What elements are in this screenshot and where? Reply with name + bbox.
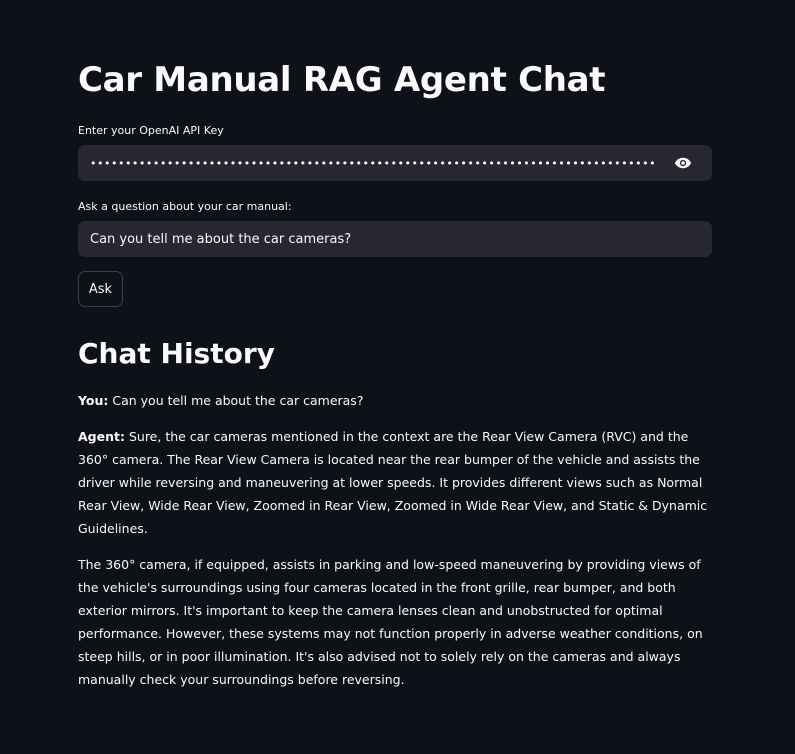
- message-text: Can you tell me about the car cameras?: [108, 393, 364, 408]
- question-label: Ask a question about your car manual:: [78, 200, 292, 213]
- chat-message-agent-continued: The 360° camera, if equipped, assists in…: [78, 557, 703, 687]
- chat-history: You: Can you tell me about the car camer…: [78, 389, 712, 704]
- api-key-field: [78, 145, 712, 181]
- question-input[interactable]: [78, 221, 712, 257]
- chat-history-title: Chat History: [78, 337, 275, 370]
- eye-icon[interactable]: [672, 154, 694, 172]
- question-field: [78, 221, 712, 257]
- api-key-label: Enter your OpenAI API Key: [78, 124, 224, 137]
- ask-button[interactable]: Ask: [78, 271, 123, 307]
- chat-message-agent: Agent: Sure, the car cameras mentioned i…: [78, 425, 712, 540]
- speaker-label: Agent:: [78, 429, 125, 444]
- api-key-input[interactable]: [78, 145, 668, 181]
- speaker-label: You:: [78, 393, 109, 408]
- page-title: Car Manual RAG Agent Chat: [78, 60, 606, 100]
- chat-message-user: You: Can you tell me about the car camer…: [78, 389, 712, 412]
- message-text: Sure, the car cameras mentioned in the c…: [78, 429, 708, 536]
